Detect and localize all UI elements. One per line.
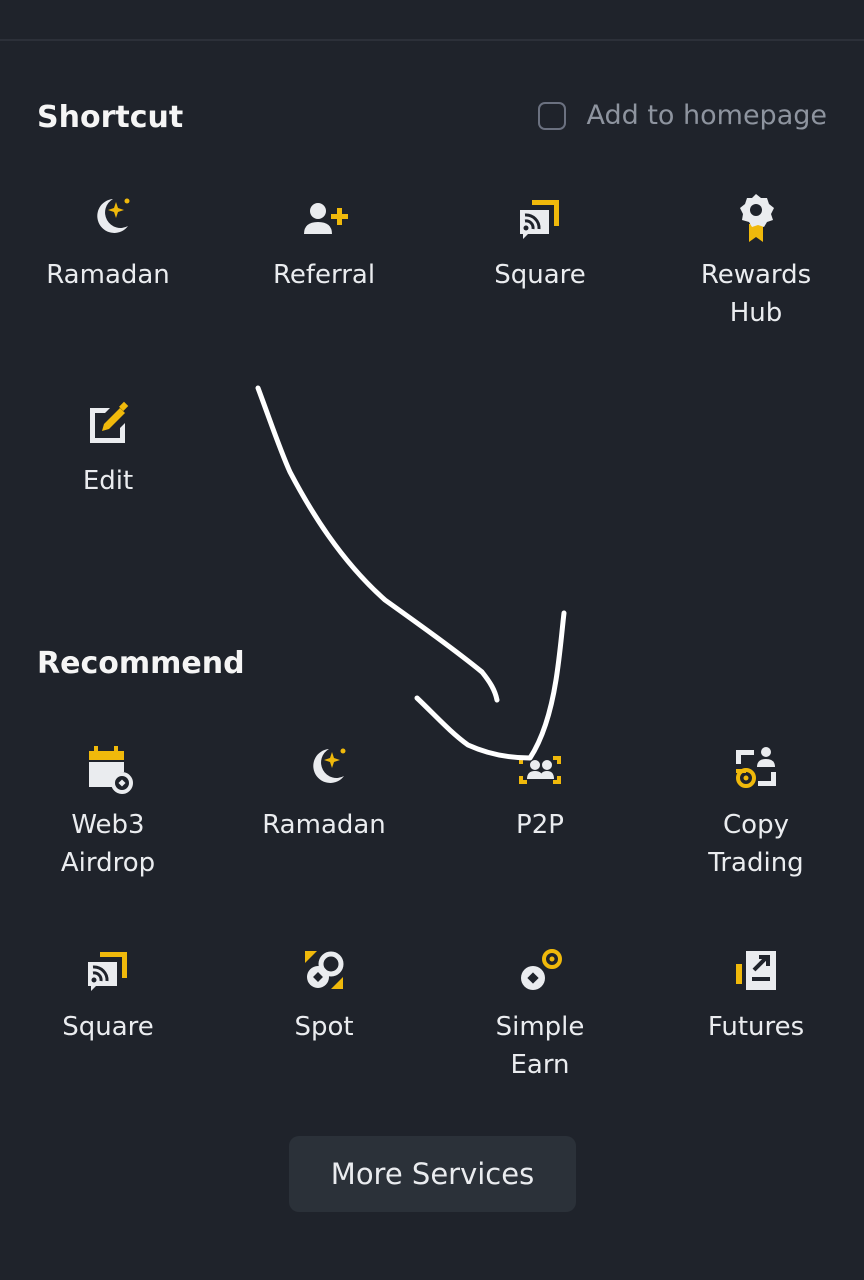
shortcut-item-label: Ramadan bbox=[46, 260, 170, 290]
add-to-homepage-label: Add to homepage bbox=[586, 100, 827, 131]
recommend-item-label: Square bbox=[62, 1012, 154, 1042]
recommend-item-web3-airdrop[interactable]: Web3 Airdrop bbox=[0, 740, 216, 882]
recommend-item-label: Simple Earn bbox=[495, 1012, 585, 1080]
shortcut-section-title: Shortcut bbox=[37, 100, 184, 135]
recommend-item-label: Web3 Airdrop bbox=[60, 810, 156, 878]
recommend-item-label: Spot bbox=[294, 1012, 354, 1042]
futures-icon bbox=[728, 942, 784, 998]
shortcut-item-label: Edit bbox=[82, 466, 134, 496]
p2p-users-icon bbox=[512, 740, 568, 796]
recommend-item-copy-trading[interactable]: Copy Trading bbox=[648, 740, 864, 882]
copy-trading-icon bbox=[728, 740, 784, 796]
recommend-item-label: Futures bbox=[707, 1012, 805, 1042]
simple-earn-icon bbox=[512, 942, 568, 998]
square-feed-icon bbox=[80, 942, 136, 998]
recommend-item-square[interactable]: Square bbox=[0, 942, 216, 1046]
square-feed-icon bbox=[512, 190, 568, 246]
recommend-item-ramadan[interactable]: Ramadan bbox=[216, 740, 432, 844]
add-to-homepage-checkbox[interactable] bbox=[538, 101, 567, 130]
spot-icon bbox=[296, 942, 352, 998]
add-to-homepage-toggle[interactable]: Add to homepage bbox=[538, 100, 827, 131]
shortcut-item-edit[interactable]: Edit bbox=[0, 396, 216, 500]
calendar-airdrop-icon bbox=[80, 740, 136, 796]
shortcut-item-rewards-hub[interactable]: Rewards Hub bbox=[648, 190, 864, 332]
crescent-moon-icon bbox=[80, 190, 136, 246]
top-divider bbox=[0, 39, 864, 41]
recommend-item-spot[interactable]: Spot bbox=[216, 942, 432, 1046]
recommend-item-label: Copy Trading bbox=[708, 810, 804, 878]
add-user-icon bbox=[296, 190, 352, 246]
shortcut-item-label: Referral bbox=[272, 260, 376, 290]
shortcut-item-square[interactable]: Square bbox=[432, 190, 648, 294]
award-ribbon-icon bbox=[728, 190, 784, 246]
crescent-moon-icon bbox=[296, 740, 352, 796]
recommend-item-label: Ramadan bbox=[262, 810, 386, 840]
shortcut-item-ramadan[interactable]: Ramadan bbox=[0, 190, 216, 294]
shortcut-item-label: Rewards Hub bbox=[700, 260, 812, 328]
recommend-item-futures[interactable]: Futures bbox=[648, 942, 864, 1046]
recommend-item-label: P2P bbox=[516, 810, 564, 840]
edit-icon bbox=[80, 396, 136, 452]
recommend-item-simple-earn[interactable]: Simple Earn bbox=[432, 942, 648, 1084]
shortcut-item-label: Square bbox=[494, 260, 586, 290]
recommend-section-title: Recommend bbox=[37, 646, 245, 681]
more-services-button[interactable]: More Services bbox=[289, 1136, 576, 1212]
shortcut-item-referral[interactable]: Referral bbox=[216, 190, 432, 294]
recommend-item-p2p[interactable]: P2P bbox=[432, 740, 648, 844]
